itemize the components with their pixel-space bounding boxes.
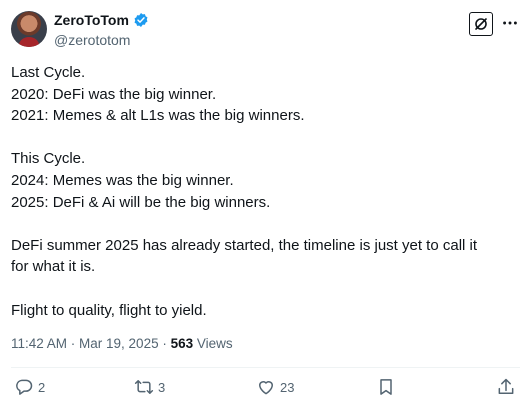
- views-label: Views: [193, 336, 233, 351]
- repost-icon: [134, 380, 154, 394]
- avatar[interactable]: [11, 11, 47, 47]
- repost-button[interactable]: 3: [134, 377, 165, 397]
- share-icon: [498, 378, 514, 394]
- like-icon: [259, 381, 273, 395]
- divider: [11, 367, 520, 368]
- bookmark-button[interactable]: [376, 377, 396, 397]
- author-display-name[interactable]: ZeroToTom: [54, 12, 129, 28]
- tweet-line-blank: [11, 278, 521, 300]
- share-button[interactable]: [496, 377, 516, 397]
- like-count: 23: [280, 379, 295, 395]
- more-button[interactable]: [499, 12, 521, 34]
- tweet-line-blank: [11, 127, 521, 149]
- reply-button[interactable]: 2: [14, 377, 45, 397]
- tweet-line: for what it is.: [11, 258, 96, 276]
- tweet-line: 2025: DeFi & Ai will be the big winners.: [11, 193, 271, 211]
- tweet-line: This Cycle.: [11, 150, 86, 168]
- bookmark-icon: [380, 379, 392, 395]
- author-name-row: ZeroToTom: [54, 12, 149, 28]
- repost-count: 3: [158, 379, 166, 395]
- verified-badge-icon: [133, 12, 149, 28]
- reply-count: 2: [38, 379, 46, 395]
- tweet-line: 2021: Memes & alt L1s was the big winner…: [11, 107, 305, 125]
- like-button[interactable]: 23: [256, 377, 294, 397]
- tweet-line: 2020: DeFi was the big winner.: [11, 85, 217, 103]
- tweet-line: DeFi summer 2025 has already started, th…: [11, 236, 478, 254]
- grok-button[interactable]: [469, 12, 493, 36]
- tweet-meta: 11:42 AM · Mar 19, 2025 · 563 Views: [11, 336, 233, 351]
- action-bar: 2 3 23: [0, 377, 531, 401]
- tweet-line: 2024: Memes was the big winner.: [11, 171, 234, 189]
- views-count: 563: [170, 336, 194, 351]
- timestamp[interactable]: 11:42 AM · Mar 19, 2025 ·: [11, 336, 171, 351]
- more-icon: [503, 21, 517, 25]
- reply-icon: [16, 379, 33, 395]
- tweet-line-blank: [11, 213, 521, 235]
- tweet-line: Last Cycle.: [11, 64, 86, 81]
- author-handle[interactable]: @zerototom: [54, 32, 130, 48]
- tweet-line: Flight to quality, flight to yield.: [11, 301, 207, 319]
- grok-icon: [475, 18, 487, 30]
- tweet-text: Last Cycle. 2020: DeFi was the big winne…: [11, 62, 521, 321]
